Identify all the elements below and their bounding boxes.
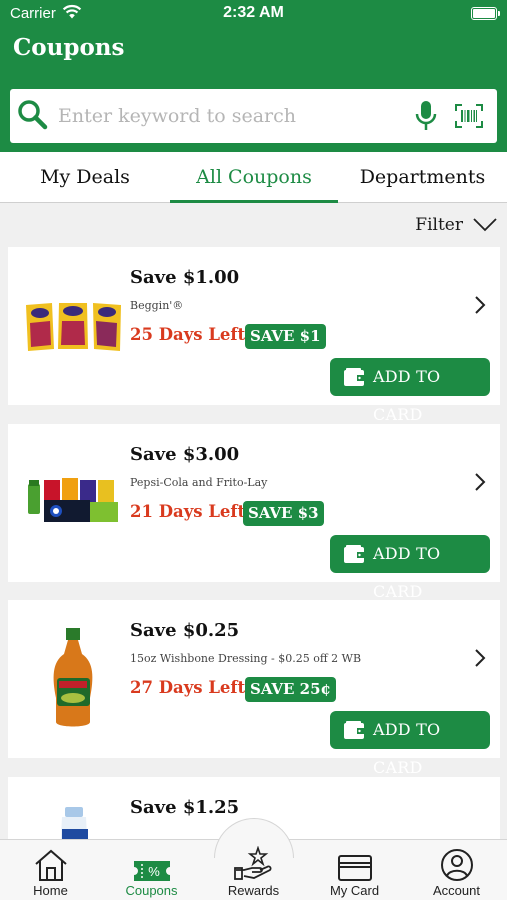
days-left: 27 Days Left xyxy=(130,678,246,697)
coupon-card[interactable]: Save $3.00 Pepsi-Cola and Frito-Lay 21 D… xyxy=(8,424,500,601)
tab-all-coupons[interactable]: All Coupons xyxy=(170,152,338,203)
nav-coupons-label: Coupons xyxy=(125,883,178,898)
coupon-card[interactable]: Save $0.25 15oz Wishbone Dressing - $0.2… xyxy=(8,600,500,777)
chevron-right-icon[interactable] xyxy=(474,648,486,668)
nav-rewards-label: Rewards xyxy=(227,883,280,898)
coupon-ticket-icon: % xyxy=(133,861,170,881)
nav-account[interactable]: Account xyxy=(406,846,507,900)
coupon-title: Save $1.25 xyxy=(130,797,240,818)
nav-rewards[interactable]: Rewards xyxy=(203,846,304,900)
product-image-beggin xyxy=(24,265,124,385)
filter-label: Filter xyxy=(415,215,463,235)
coupon-description: 15oz Wishbone Dressing - $0.25 off 2 WB xyxy=(130,652,362,665)
days-left: 25 Days Left xyxy=(130,325,246,344)
nav-my-card[interactable]: My Card xyxy=(304,846,405,900)
nav-account-label: Account xyxy=(433,883,480,898)
tab-departments[interactable]: Departments xyxy=(338,152,507,203)
tab-bar: My Deals All Coupons Departments xyxy=(0,152,507,203)
battery-icon xyxy=(471,7,500,20)
chevron-right-icon[interactable] xyxy=(474,472,486,492)
nav-coupons[interactable]: % Coupons xyxy=(101,846,202,900)
clock: 2:32 AM xyxy=(223,4,284,21)
add-to-card-button[interactable]: ADD TO CARD xyxy=(330,535,490,601)
home-icon xyxy=(34,849,67,881)
filter-button[interactable]: Filter xyxy=(415,212,497,238)
coupon-card[interactable]: Save $1.00 Beggin'® 25 Days Left SAVE $1… xyxy=(8,247,500,424)
nav-home[interactable]: Home xyxy=(0,846,101,900)
product-image-wishbone xyxy=(24,618,124,738)
coupon-title: Save $3.00 xyxy=(130,444,240,465)
chevron-right-icon[interactable] xyxy=(474,295,486,315)
add-to-card-button[interactable]: ADD TO CARD xyxy=(330,711,490,777)
wallet-icon xyxy=(344,368,364,386)
coupon-description: Pepsi-Cola and Frito-Lay xyxy=(130,476,268,489)
coupon-title: Save $1.00 xyxy=(130,267,240,288)
search-bar xyxy=(10,89,497,143)
chevron-down-icon xyxy=(473,218,497,232)
card-icon xyxy=(337,855,372,881)
app-header: Carrier 2:32 AM Coupons xyxy=(0,0,507,152)
add-to-card-button[interactable]: ADD TO CARD xyxy=(330,358,490,424)
add-to-card-label: ADD TO CARD xyxy=(373,720,441,777)
tab-my-deals[interactable]: My Deals xyxy=(0,152,170,203)
search-icon[interactable] xyxy=(16,98,50,136)
wallet-icon xyxy=(344,545,364,563)
save-badge: SAVE $1 xyxy=(245,324,326,349)
coupon-description: Beggin'® xyxy=(130,299,184,312)
product-image-pepsi-fritolay xyxy=(24,442,124,562)
barcode-scan-icon[interactable] xyxy=(455,104,483,132)
nav-my-card-label: My Card xyxy=(329,883,380,898)
wallet-icon xyxy=(344,721,364,739)
coupon-title: Save $0.25 xyxy=(130,620,240,641)
status-bar: Carrier 2:32 AM xyxy=(0,0,507,28)
search-input[interactable] xyxy=(58,99,398,133)
microphone-icon[interactable] xyxy=(414,100,438,136)
days-left: 21 Days Left xyxy=(130,502,246,521)
save-badge: SAVE $3 xyxy=(243,501,324,526)
svg-text:%: % xyxy=(148,864,160,879)
page-title: Coupons xyxy=(13,34,125,61)
rewards-hand-star-icon xyxy=(233,846,271,880)
nav-home-label: Home xyxy=(33,883,68,898)
save-badge: SAVE 25¢ xyxy=(245,677,336,702)
add-to-card-label: ADD TO CARD xyxy=(373,367,441,424)
account-icon xyxy=(440,849,473,881)
